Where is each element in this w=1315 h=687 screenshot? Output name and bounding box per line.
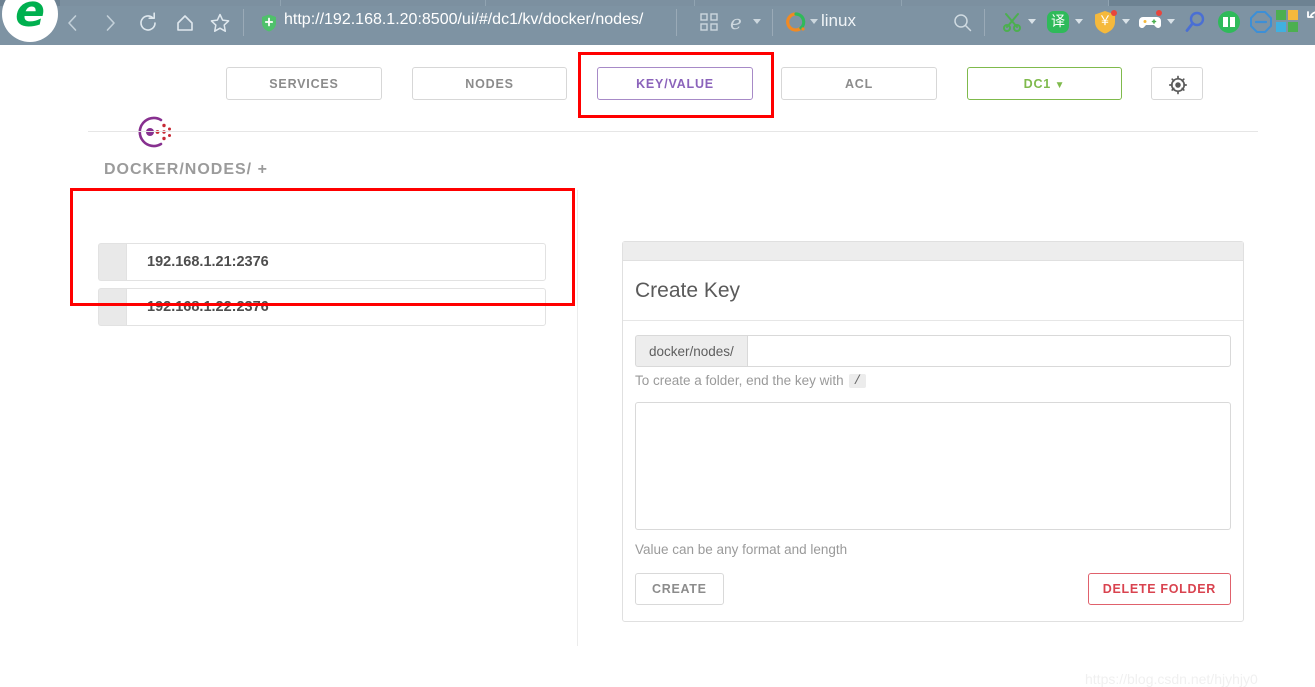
chrome-divider	[676, 9, 677, 36]
shield-icon	[261, 14, 277, 32]
chevron-down-icon[interactable]	[810, 19, 818, 24]
list-item[interactable]: 192.168.1.22:2376	[98, 288, 546, 326]
watermark: https://blog.csdn.net/hjyhjy0	[1085, 671, 1258, 687]
browser-chrome: e http://192.168.1.20:8500/ui/#/dc1/kv/d…	[0, 0, 1315, 45]
list-item-label[interactable]: 192.168.1.21:2376	[126, 243, 546, 281]
edge-logo-glyph: e	[15, 0, 45, 37]
delete-folder-button[interactable]: DELETE FOLDER	[1087, 573, 1231, 605]
datacenter-label: DC1	[1023, 77, 1052, 91]
home-button[interactable]	[172, 10, 198, 36]
notification-badge	[1111, 10, 1117, 16]
translate-icon[interactable]: 译	[1046, 10, 1070, 34]
consul-logo[interactable]	[131, 111, 175, 153]
panel-top-strip	[623, 242, 1243, 261]
browser-tab[interactable]	[902, 0, 1109, 6]
notification-badge	[1156, 10, 1162, 16]
chevron-down-icon[interactable]	[753, 19, 761, 24]
refresh-button[interactable]	[135, 10, 161, 36]
settings-button[interactable]	[1151, 67, 1203, 100]
tab-services[interactable]: SERVICES	[226, 67, 382, 100]
consul-nav-bar: SERVICES NODES KEY/VALUE ACL DC1 ▼	[0, 45, 1315, 148]
chevron-down-icon[interactable]	[1122, 19, 1130, 24]
screenshot-scissors-icon[interactable]	[1000, 10, 1024, 34]
chevron-down-icon[interactable]	[1167, 19, 1175, 24]
browser-tab-strip[interactable]	[0, 0, 1315, 6]
breadcrumb: DOCKER/NODES/ +	[104, 161, 268, 179]
collections-icon[interactable]	[700, 13, 718, 31]
chevron-down-icon[interactable]	[1075, 19, 1083, 24]
tab-acl[interactable]: ACL	[781, 67, 937, 100]
key-input-group: docker/nodes/	[635, 335, 1231, 367]
list-item-handle[interactable]	[98, 243, 126, 281]
browser-tab[interactable]	[695, 0, 902, 6]
favorite-star-icon[interactable]	[207, 10, 233, 36]
panel-title: Create Key	[623, 261, 1243, 321]
chrome-divider	[772, 9, 773, 36]
key-helper-code: /	[848, 373, 867, 388]
game-controller-icon[interactable]	[1138, 10, 1162, 34]
column-divider	[577, 190, 578, 646]
key-helper-text: To create a folder, end the key with /	[635, 373, 1231, 388]
key-helper-label: To create a folder, end the key with	[635, 373, 844, 388]
create-button[interactable]: CREATE	[635, 573, 724, 605]
value-helper-text: Value can be any format and length	[635, 542, 848, 557]
consul-app: SERVICES NODES KEY/VALUE ACL DC1 ▼ DOCKE…	[0, 45, 1315, 687]
book-icon[interactable]	[1217, 10, 1241, 34]
list-item-handle[interactable]	[98, 288, 126, 326]
reading-view-icon[interactable]: e	[730, 10, 742, 34]
forward-button[interactable]	[97, 10, 123, 36]
security-shield-icon[interactable]: ￥	[1093, 10, 1117, 34]
breadcrumb-path[interactable]: DOCKER/NODES/	[104, 161, 252, 178]
value-input[interactable]	[635, 402, 1231, 530]
magnifier-icon[interactable]	[1184, 10, 1208, 34]
add-key-button[interactable]: +	[258, 161, 268, 178]
datacenter-selector[interactable]: DC1 ▼	[967, 67, 1122, 100]
browser-tab[interactable]	[60, 0, 281, 6]
key-input[interactable]	[746, 335, 1231, 367]
undo-icon[interactable]	[1300, 10, 1315, 34]
list-item-label[interactable]: 192.168.1.22:2376	[126, 288, 546, 326]
key-list: 192.168.1.21:2376 192.168.1.22:2376	[98, 243, 546, 333]
browser-tab[interactable]	[281, 0, 486, 6]
gear-icon	[1168, 75, 1188, 95]
tab-key-value[interactable]: KEY/VALUE	[597, 67, 753, 100]
address-bar-url[interactable]: http://192.168.1.20:8500/ui/#/dc1/kv/doc…	[284, 11, 643, 29]
browser-tab[interactable]	[486, 0, 695, 6]
browser-tab-empty[interactable]	[1109, 0, 1315, 6]
create-key-panel: Create Key docker/nodes/ To create a fol…	[622, 241, 1244, 622]
panel-button-row: CREATE DELETE FOLDER	[635, 573, 1231, 609]
chevron-down-icon[interactable]	[1028, 19, 1036, 24]
search-engine-icon[interactable]	[786, 12, 806, 32]
search-icon[interactable]	[953, 13, 972, 32]
back-button[interactable]	[60, 10, 86, 36]
adblock-icon[interactable]	[1249, 10, 1273, 34]
chrome-divider	[243, 9, 244, 36]
nav-divider	[88, 131, 1258, 132]
search-engine-label[interactable]: linux	[821, 11, 856, 31]
panel-body: docker/nodes/ To create a folder, end th…	[623, 321, 1243, 621]
apps-grid-icon[interactable]	[1276, 10, 1300, 34]
list-item[interactable]: 192.168.1.21:2376	[98, 243, 546, 281]
chrome-divider	[984, 9, 985, 36]
key-prefix-label: docker/nodes/	[635, 335, 747, 367]
tab-nodes[interactable]: NODES	[412, 67, 567, 100]
edge-logo: e	[2, 0, 58, 42]
